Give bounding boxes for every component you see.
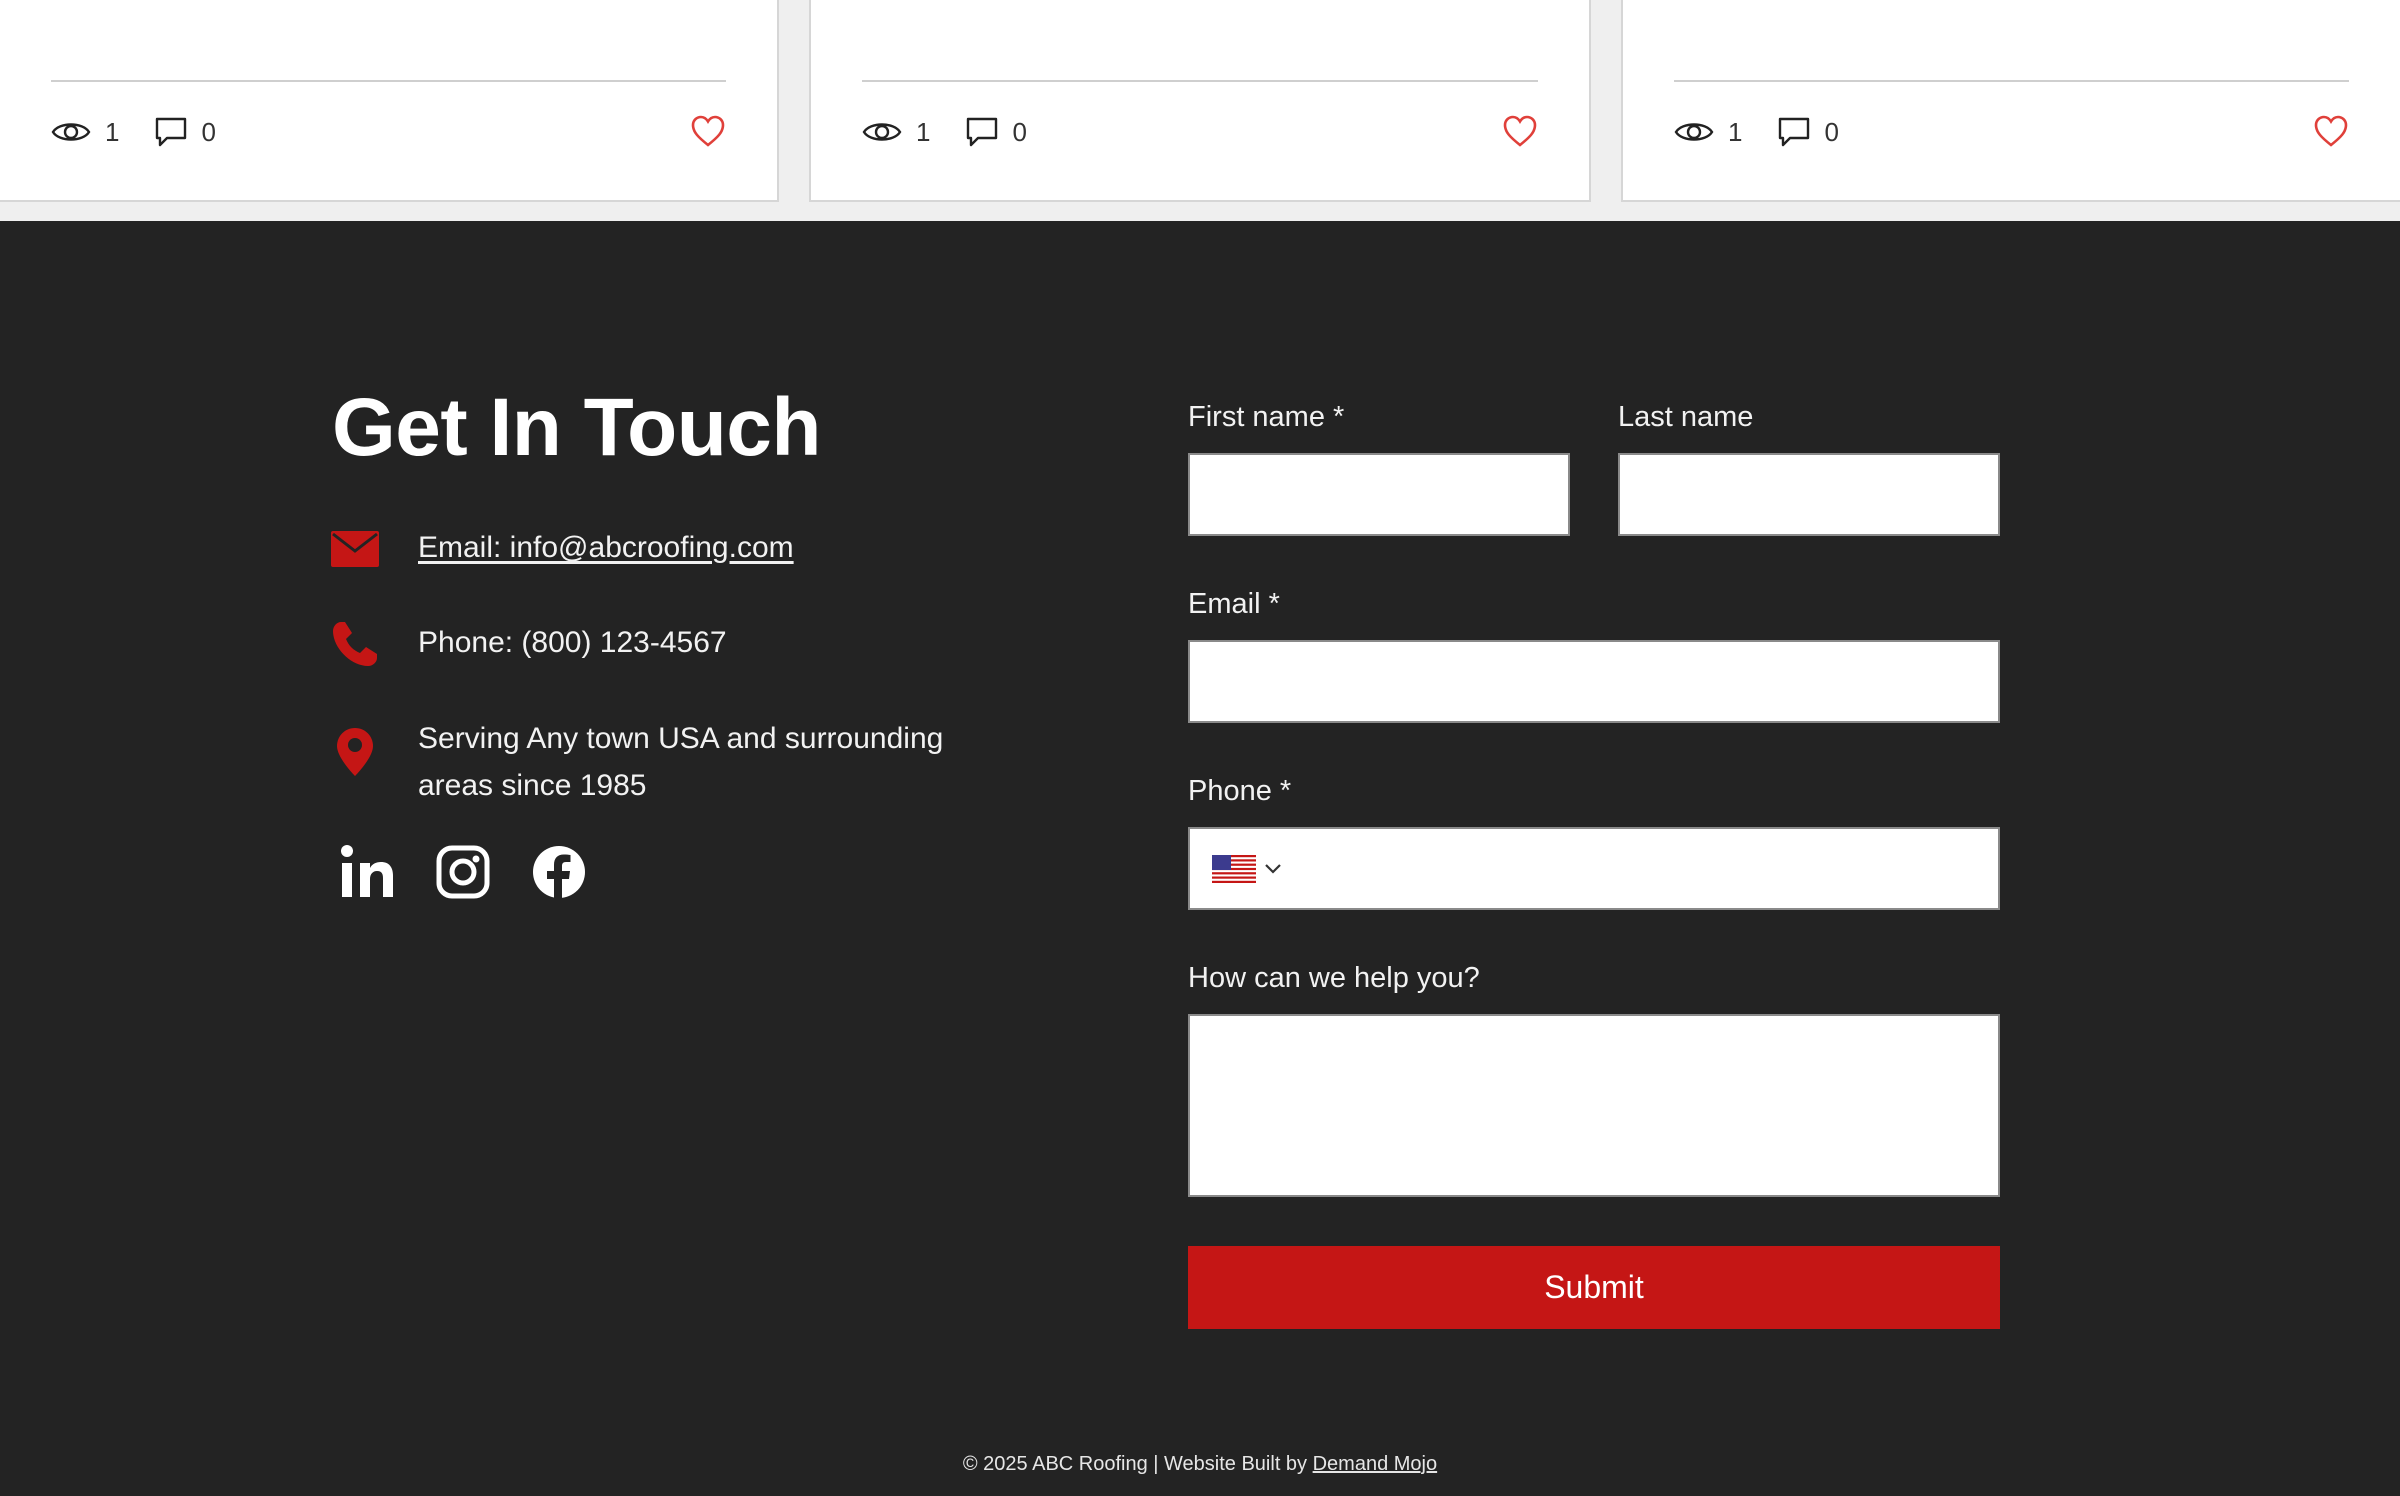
comments-count: 0	[1824, 116, 1839, 147]
card-stats: 1 0	[1674, 112, 1875, 152]
builder-link[interactable]: Demand Mojo	[1313, 1453, 1438, 1475]
email-field-box	[1188, 640, 2000, 723]
phone-field-box	[1188, 827, 2000, 910]
eye-icon	[862, 123, 902, 141]
help-textarea[interactable]	[1190, 1016, 1998, 1195]
comments-count: 0	[1012, 116, 1027, 147]
location-line-1: Serving Any town USA and surrounding	[418, 722, 944, 755]
blog-card[interactable]: 1 0	[1621, 0, 2400, 202]
location-line-2: areas since 1985	[418, 769, 647, 802]
last-name-label: Last name	[1618, 401, 1754, 433]
heart-icon[interactable]	[2313, 114, 2349, 148]
page-title: Get In Touch	[332, 382, 822, 473]
card-stats: 1 0	[51, 112, 252, 152]
phone-input[interactable]	[1190, 829, 1998, 908]
blog-cards-strip: 1 0 1 0 1 0	[0, 0, 2400, 221]
envelope-icon	[330, 524, 380, 574]
views-count: 1	[105, 116, 120, 147]
comments-stat: 0	[1778, 116, 1839, 148]
last-name-input[interactable]	[1620, 455, 1998, 534]
card-stats: 1 0	[862, 112, 1063, 152]
phone-contact: Phone: (800) 123-4567	[330, 619, 727, 669]
copyright-text: © 2025 ABC Roofing | Website Built by De…	[0, 1453, 2400, 1476]
instagram-icon[interactable]	[432, 841, 494, 903]
copyright-label: © 2025 ABC Roofing | Website Built by	[962, 1453, 1313, 1475]
linkedin-icon[interactable]	[336, 841, 398, 903]
submit-button[interactable]: Submit	[1188, 1246, 2000, 1329]
blog-card[interactable]: 1 0	[809, 0, 1591, 202]
first-name-field-box	[1188, 453, 1570, 536]
location-text: Serving Any town USA and surrounding are…	[418, 715, 943, 809]
help-field-box	[1188, 1014, 2000, 1197]
card-divider	[862, 80, 1538, 82]
phone-icon	[330, 619, 380, 669]
chevron-down-icon	[1265, 863, 1281, 874]
heart-icon[interactable]	[690, 114, 726, 148]
help-label: How can we help you?	[1188, 962, 1480, 994]
email-input[interactable]	[1190, 642, 1998, 721]
views-stat: 1	[51, 117, 119, 148]
email-label: Email *	[1188, 588, 1280, 620]
comment-icon	[156, 117, 187, 147]
last-name-field-box	[1618, 453, 2000, 536]
country-code-selector[interactable]	[1212, 829, 1282, 908]
map-pin-icon	[330, 727, 380, 777]
first-name-label: First name *	[1188, 401, 1345, 433]
phone-text: Phone: (800) 123-4567	[418, 626, 727, 659]
social-links	[336, 841, 624, 903]
card-divider	[1674, 80, 2349, 82]
comments-count: 0	[201, 116, 216, 147]
comments-stat: 0	[155, 116, 216, 148]
us-flag-icon	[1212, 854, 1256, 883]
first-name-input[interactable]	[1190, 455, 1568, 534]
heart-icon[interactable]	[1502, 114, 1538, 148]
views-stat: 1	[862, 117, 930, 148]
views-stat: 1	[1674, 117, 1742, 148]
views-count: 1	[1728, 116, 1743, 147]
footer-contact-section: Get In Touch Email: info@abcroofing.com …	[0, 221, 2400, 1496]
eye-icon	[51, 123, 91, 141]
location-contact: Serving Any town USA and surrounding are…	[330, 715, 943, 809]
views-count: 1	[916, 116, 931, 147]
comment-icon	[967, 117, 998, 147]
card-divider	[51, 80, 726, 82]
facebook-icon[interactable]	[528, 841, 590, 903]
eye-icon	[1674, 123, 1714, 141]
email-contact: Email: info@abcroofing.com	[330, 524, 794, 574]
comment-icon	[1779, 117, 1810, 147]
comments-stat: 0	[966, 116, 1027, 148]
email-link[interactable]: Email: info@abcroofing.com	[418, 531, 794, 564]
phone-label: Phone *	[1188, 775, 1292, 807]
blog-card[interactable]: 1 0	[0, 0, 779, 202]
